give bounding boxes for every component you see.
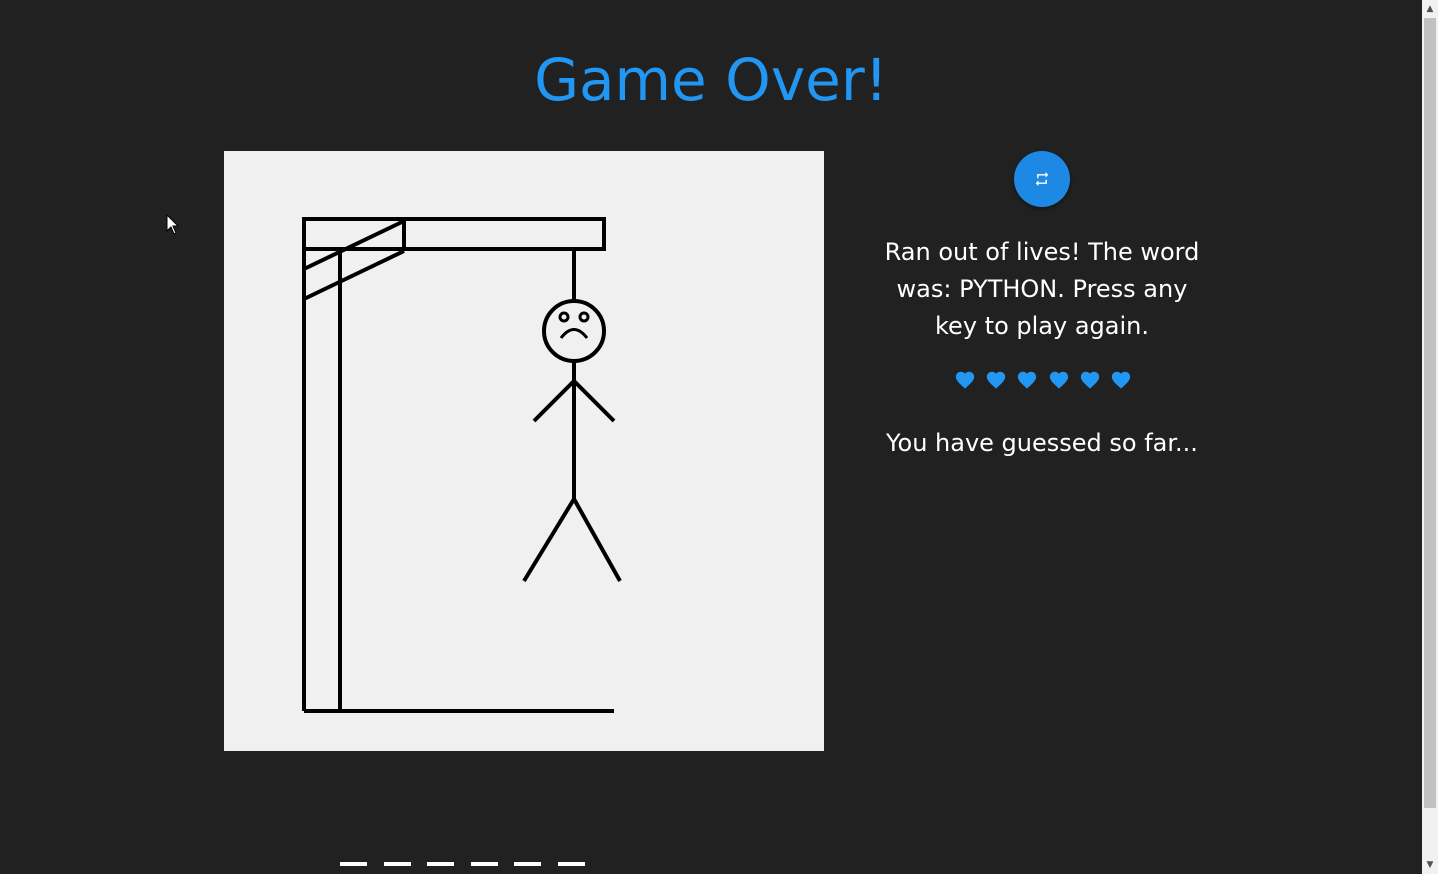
scroll-up-icon[interactable]: ▲	[1424, 2, 1436, 16]
word-slots	[340, 862, 601, 866]
hangman-figure	[522, 299, 622, 583]
heart-icon	[1049, 371, 1068, 389]
gallows	[302, 217, 614, 713]
heart-icon	[955, 371, 975, 389]
guessed-label: You have guessed so far...	[886, 429, 1198, 457]
heart-icon	[1080, 371, 1099, 389]
letter-slot	[557, 862, 585, 866]
hangman-drawing	[302, 217, 622, 713]
letter-slot	[340, 862, 367, 866]
game-title: Game Over!	[534, 46, 888, 114]
restart-button[interactable]	[1014, 151, 1070, 207]
game-over-message: Ran out of lives! The word was: PYTHON. …	[884, 238, 1200, 340]
repeat-icon	[1035, 172, 1049, 186]
mouse-cursor-icon	[166, 214, 180, 235]
lives-hearts	[952, 369, 1134, 393]
heart-icon	[987, 371, 1006, 389]
hangman-board	[224, 151, 824, 751]
letter-slot	[470, 862, 498, 866]
scrollbar-thumb[interactable]	[1424, 18, 1436, 808]
letter-slot	[383, 862, 411, 866]
heart-icon	[1111, 371, 1131, 389]
game-page: Game Over! Ran out of lives! The word wa…	[0, 0, 1438, 874]
letter-slot	[427, 862, 454, 866]
letter-slot	[514, 862, 541, 866]
scroll-down-icon[interactable]: ▼	[1424, 858, 1436, 872]
heart-icon	[1018, 371, 1037, 389]
